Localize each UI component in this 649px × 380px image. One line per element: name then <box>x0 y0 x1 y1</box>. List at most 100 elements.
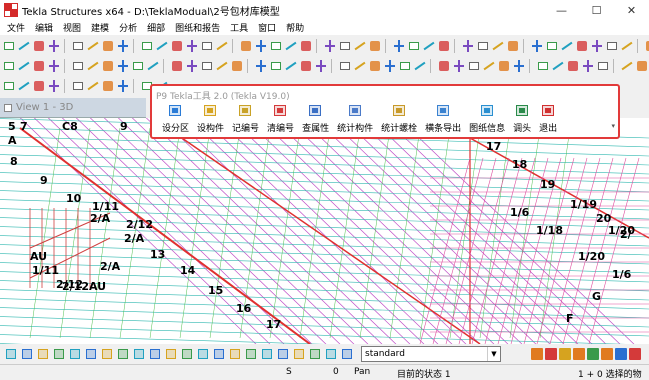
toolbar-tool-icon[interactable] <box>314 59 328 73</box>
toolbar-tool-icon[interactable] <box>338 59 352 73</box>
menu-view[interactable]: 视图 <box>58 21 86 34</box>
toolbar-tool-icon[interactable] <box>323 39 337 53</box>
menu-drawings-reports[interactable]: 图纸和报告 <box>170 21 225 34</box>
toolbar-tool-icon[interactable] <box>170 59 184 73</box>
toolbar-tool-icon[interactable] <box>476 39 490 53</box>
menu-analysis[interactable]: 分析 <box>114 21 142 34</box>
toolbar-tool-icon[interactable] <box>338 39 352 53</box>
toolbar-tool-icon[interactable] <box>575 39 589 53</box>
toolbar-tool-icon[interactable] <box>116 39 130 53</box>
toolbar-tool-icon[interactable] <box>86 59 100 73</box>
bottom-tool-icon[interactable] <box>228 347 242 361</box>
toolbar-tool-icon[interactable] <box>482 59 496 73</box>
model-canvas[interactable]: 5 7AC8 989101/112/A 2/122/AAU1/112/122/12AU… <box>0 118 649 344</box>
bottom-tool-icon[interactable] <box>180 347 194 361</box>
snap-switch-icon[interactable] <box>558 347 572 361</box>
p9-button-8[interactable]: 横条导出 <box>425 104 461 134</box>
bottom-tool-icon[interactable] <box>276 347 290 361</box>
toolbar-tool-icon[interactable] <box>101 39 115 53</box>
bottom-tool-icon[interactable] <box>68 347 82 361</box>
toolbar-tool-icon[interactable] <box>392 39 406 53</box>
toolbar-tool-icon[interactable] <box>185 59 199 73</box>
toolbar-tool-icon[interactable] <box>47 59 61 73</box>
toolbar-tool-icon[interactable] <box>185 39 199 53</box>
toolbar-tool-icon[interactable] <box>269 39 283 53</box>
view-tab[interactable]: View 1 - 3D <box>0 98 146 118</box>
toolbar-tool-icon[interactable] <box>368 59 382 73</box>
toolbar-tool-icon[interactable] <box>368 39 382 53</box>
toolbar-tool-icon[interactable] <box>566 59 580 73</box>
toolbar-tool-icon[interactable] <box>17 79 31 93</box>
toolbar-tool-icon[interactable] <box>269 59 283 73</box>
bottom-tool-icon[interactable] <box>244 347 258 361</box>
p9-button-6[interactable]: 统计构件 <box>337 104 373 134</box>
toolbar-tool-icon[interactable] <box>131 59 145 73</box>
p9-button-9[interactable]: 图纸信息 <box>469 104 505 134</box>
toolbar-tool-icon[interactable] <box>140 39 154 53</box>
bottom-tool-icon[interactable] <box>132 347 146 361</box>
bottom-tool-icon[interactable] <box>260 347 274 361</box>
toolbar-tool-icon[interactable] <box>413 59 427 73</box>
toolbar-tool-icon[interactable] <box>398 59 412 73</box>
bottom-tool-icon[interactable] <box>340 347 354 361</box>
toolbar-tool-icon[interactable] <box>506 39 520 53</box>
toolbar-tool-icon[interactable] <box>407 39 421 53</box>
toolbar-tool-icon[interactable] <box>17 39 31 53</box>
toolbar-tool-icon[interactable] <box>461 39 475 53</box>
toolbar-tool-icon[interactable] <box>299 39 313 53</box>
toolbar-tool-icon[interactable] <box>551 59 565 73</box>
toolbar-tool-icon[interactable] <box>452 59 466 73</box>
toolbar-tool-icon[interactable] <box>560 39 574 53</box>
toolbar-tool-icon[interactable] <box>215 59 229 73</box>
menu-file[interactable]: 文件 <box>2 21 30 34</box>
toolbar-tool-icon[interactable] <box>497 59 511 73</box>
toolbar-tool-icon[interactable] <box>116 79 130 93</box>
toolbar-tool-icon[interactable] <box>545 39 559 53</box>
bottom-tool-icon[interactable] <box>196 347 210 361</box>
model-viewport-3d[interactable]: 5 7 A C8 9 8 9 10 1/11 2/A 2/12 2/A AU 1/11 2/12 2/12AU… <box>0 118 649 344</box>
toolbar-tool-icon[interactable] <box>146 59 160 73</box>
toolbar-tool-icon[interactable] <box>200 39 214 53</box>
toolbar-tool-icon[interactable] <box>620 39 634 53</box>
bottom-tool-icon[interactable] <box>164 347 178 361</box>
toolbar-tool-icon[interactable] <box>200 59 214 73</box>
toolbar-tool-icon[interactable] <box>620 59 634 73</box>
toolbar-tool-icon[interactable] <box>71 39 85 53</box>
toolbar-tool-icon[interactable] <box>86 39 100 53</box>
p9-button-1[interactable]: 设分区 <box>162 104 189 134</box>
toolbar-tool-icon[interactable] <box>644 39 649 53</box>
p9-button-4[interactable]: 清编号 <box>267 104 294 134</box>
toolbar-tool-icon[interactable] <box>47 79 61 93</box>
panel-scroll-icon[interactable]: ▾ <box>611 122 615 130</box>
toolbar-tool-icon[interactable] <box>437 59 451 73</box>
toolbar-tool-icon[interactable] <box>284 39 298 53</box>
toolbar-tool-icon[interactable] <box>32 59 46 73</box>
toolbar-tool-icon[interactable] <box>2 79 16 93</box>
toolbar-tool-icon[interactable] <box>47 39 61 53</box>
bottom-tool-icon[interactable] <box>116 347 130 361</box>
toolbar-tool-icon[interactable] <box>491 39 505 53</box>
bottom-tool-icon[interactable] <box>324 347 338 361</box>
toolbar-tool-icon[interactable] <box>17 59 31 73</box>
toolbar-tool-icon[interactable] <box>170 39 184 53</box>
maximize-button[interactable]: ☐ <box>579 0 614 20</box>
toolbar-tool-icon[interactable] <box>116 59 130 73</box>
toolbar-tool-icon[interactable] <box>254 39 268 53</box>
toolbar-tool-icon[interactable] <box>284 59 298 73</box>
snap-switch-icon[interactable] <box>628 347 642 361</box>
p9-button-11[interactable]: 退出 <box>539 104 557 134</box>
toolbar-tool-icon[interactable] <box>2 59 16 73</box>
toolbar-tool-icon[interactable] <box>581 59 595 73</box>
minimize-button[interactable]: — <box>544 0 579 20</box>
p9-button-2[interactable]: 设构件 <box>197 104 224 134</box>
snap-switch-icon[interactable] <box>530 347 544 361</box>
snap-switch-icon[interactable] <box>544 347 558 361</box>
toolbar-tool-icon[interactable] <box>635 59 649 73</box>
bottom-tool-icon[interactable] <box>100 347 114 361</box>
bottom-tool-icon[interactable] <box>4 347 18 361</box>
toolbar-tool-icon[interactable] <box>71 79 85 93</box>
toolbar-tool-icon[interactable] <box>383 59 397 73</box>
toolbar-tool-icon[interactable] <box>299 59 313 73</box>
p9-button-10[interactable]: 调头 <box>513 104 531 134</box>
snap-switch-icon[interactable] <box>572 347 586 361</box>
